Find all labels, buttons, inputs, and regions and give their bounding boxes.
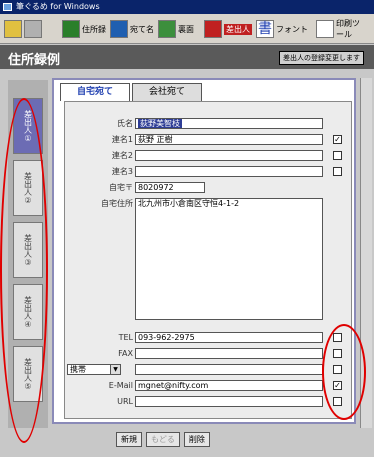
font-icon: 書 [256, 20, 274, 38]
joint1-label: 連名1 [111, 135, 133, 144]
status-badge: 差出人の登録変更します [279, 51, 364, 65]
tel-row: TEL 093-962-2975 [65, 332, 353, 344]
address-tabs: 自宅宛て 会社宛て [60, 83, 204, 101]
grid-icon [24, 20, 42, 38]
toolbar: 住所録 宛て名 裏面 差出人 書 フォント 印刷ツール [0, 14, 374, 44]
address-label: 自宅住所 [101, 199, 133, 208]
window-title: 筆ぐるめ for Windows [16, 2, 100, 11]
back-button[interactable]: もどる [146, 432, 180, 447]
zip-row: 自宅〒 8020972 [65, 182, 353, 194]
toolbar-label: 差出人 [224, 23, 252, 35]
joint3-checkbox[interactable] [333, 167, 342, 176]
card-icon [158, 20, 176, 38]
new-button[interactable]: 新規 [116, 432, 142, 447]
tab-home[interactable]: 自宅宛て [60, 83, 130, 101]
email-field[interactable]: mgnet@nifty.com [135, 380, 323, 391]
fax-row: FAX [65, 348, 353, 360]
toolbar-label: 裏面 [178, 24, 194, 34]
sender-icon [204, 20, 222, 38]
addressbook-icon [62, 20, 80, 38]
delete-button[interactable]: 削除 [183, 432, 210, 447]
address-field[interactable]: 北九州市小倉南区守恒4-1-2 [135, 198, 323, 320]
toolbar-label: 宛て名 [130, 24, 154, 34]
email-label: E-Mail [108, 381, 133, 390]
toolbar-back-button[interactable]: 裏面 [158, 18, 194, 40]
toolbar-address-button[interactable]: 宛て名 [110, 18, 154, 40]
email-row: E-Mail mgnet@nifty.com ✓ [65, 380, 353, 392]
tab-office[interactable]: 会社宛て [132, 83, 202, 101]
phone-type-value: 携帯 [70, 365, 86, 374]
toolbar-print-button[interactable]: 印刷ツール [316, 18, 366, 40]
url-field[interactable] [135, 396, 323, 407]
fax-field[interactable] [135, 348, 323, 359]
annotation-ellipse-checkboxes [322, 324, 366, 420]
pencil-icon [4, 20, 22, 38]
joint3-field[interactable] [135, 166, 323, 177]
name-label: 氏名 [117, 119, 133, 128]
url-label: URL [117, 397, 133, 406]
page-title: 住所録例 [8, 53, 61, 68]
name-value: 荻野美智枝 [138, 119, 182, 128]
name-row: 氏名 荻野美智枝 [65, 118, 353, 130]
envelope-icon [110, 20, 128, 38]
name-field[interactable]: 荻野美智枝 [135, 118, 323, 129]
toolbar-label: 印刷ツール [336, 19, 360, 39]
joint3-label: 連名3 [111, 167, 133, 176]
joint1-checkbox[interactable]: ✓ [333, 135, 342, 144]
joint2-label: 連名2 [111, 151, 133, 160]
address-row: 自宅住所 北九州市小倉南区守恒4-1-2 [65, 198, 353, 320]
page-header: 住所録例 差出人の登録変更します [0, 45, 374, 69]
bottom-toolbar: 新規 もどる 削除 [116, 432, 256, 448]
joint1-field[interactable]: 荻野 正樹 [135, 134, 323, 145]
toolbar-addressbook-button[interactable]: 住所録 [62, 18, 106, 40]
fax-label: FAX [118, 349, 133, 358]
tel-field[interactable]: 093-962-2975 [135, 332, 323, 343]
address-form: 氏名 荻野美智枝 連名1 荻野 正樹 ✓ 連名2 連名3 自宅〒 8020972… [64, 101, 352, 419]
tel-label: TEL [118, 333, 133, 342]
phone-type-select[interactable]: 携帯 ▼ [67, 364, 121, 375]
mobile-field[interactable] [135, 364, 323, 375]
annotation-ellipse-sidebar [0, 98, 48, 443]
url-row: URL [65, 396, 353, 408]
toolbar-sender-button[interactable]: 差出人 [204, 18, 252, 40]
title-bar: 筆ぐるめ for Windows [0, 0, 374, 14]
toolbar-label: フォント [276, 24, 308, 34]
joint2-row: 連名2 [65, 150, 353, 162]
zip-field[interactable]: 8020972 [135, 182, 205, 193]
joint2-checkbox[interactable] [333, 151, 342, 160]
toolbar-label: 住所録 [82, 24, 106, 34]
toolbar-font-button[interactable]: 書 フォント [256, 18, 308, 40]
joint3-row: 連名3 [65, 166, 353, 178]
chevron-down-icon: ▼ [110, 365, 120, 374]
joint1-row: 連名1 荻野 正樹 ✓ [65, 134, 353, 146]
zip-label: 自宅〒 [109, 183, 133, 192]
mobile-row: 携帯 ▼ [65, 364, 353, 376]
joint2-field[interactable] [135, 150, 323, 161]
toolbar-menu-icons[interactable] [4, 18, 44, 40]
print-icon [316, 20, 334, 38]
app-icon [3, 3, 12, 11]
